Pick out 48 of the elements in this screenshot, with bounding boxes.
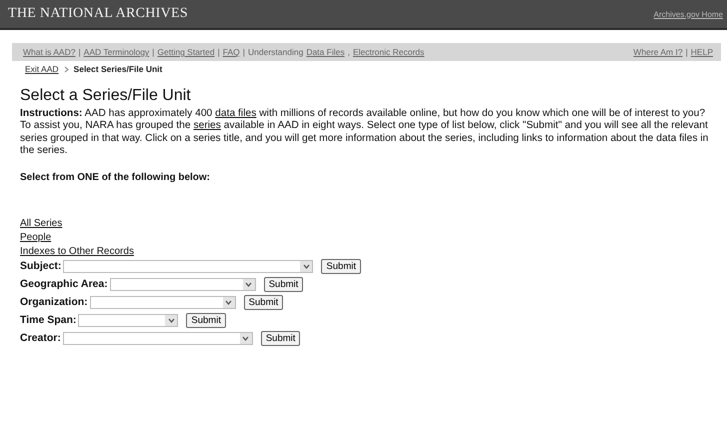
nav-text: | bbox=[152, 47, 154, 57]
field-label: Organization: bbox=[20, 296, 88, 308]
category-link[interactable]: People bbox=[20, 232, 52, 243]
dropdown-field[interactable] bbox=[78, 314, 178, 327]
submit-button[interactable]: Submit bbox=[260, 330, 300, 346]
submit-button[interactable]: Submit bbox=[186, 312, 226, 328]
nav-text: | bbox=[686, 47, 688, 57]
nav-link[interactable]: Data Files bbox=[306, 47, 345, 57]
caret-icon bbox=[168, 318, 175, 323]
nav-link[interactable]: HELP bbox=[690, 47, 713, 57]
submit-button[interactable]: Submit bbox=[244, 294, 284, 310]
dropdown-field[interactable] bbox=[62, 332, 253, 345]
home-link[interactable]: Archives.gov Home bbox=[654, 10, 723, 18]
caret-icon bbox=[302, 264, 310, 269]
dropdown-field[interactable] bbox=[110, 278, 256, 291]
field-label: Geographic Area: bbox=[20, 278, 108, 290]
nav-text: Understanding bbox=[248, 47, 304, 57]
category-link[interactable]: Indexes to Other Records bbox=[20, 246, 134, 257]
breadcrumb-link[interactable]: Exit AAD bbox=[25, 64, 59, 74]
nav-text: | bbox=[242, 47, 246, 57]
section-heading: Select from ONE of the following below: bbox=[20, 172, 212, 183]
nav-link[interactable]: Getting Started bbox=[157, 47, 215, 57]
dropdown-field[interactable] bbox=[63, 260, 314, 273]
field-label: Creator: bbox=[20, 332, 61, 344]
page-title: Select a Series/File Unit bbox=[20, 87, 192, 105]
submit-button[interactable]: Submit bbox=[321, 258, 361, 274]
submit-button[interactable]: Submit bbox=[264, 276, 304, 292]
nav-link[interactable]: FAQ bbox=[222, 47, 240, 57]
caret-icon bbox=[245, 282, 252, 287]
category-link[interactable]: All Series bbox=[20, 218, 62, 229]
nav-link[interactable]: AAD Terminology bbox=[84, 47, 150, 57]
nav-link[interactable]: Where Am I? bbox=[633, 47, 683, 57]
caret-icon bbox=[242, 336, 250, 341]
instructions-paragraph: Instructions: AAD has approximately 400 data files with millions of records available online, but how do you know which one will be of interest to you? To assist you, NARA has grouped the series available in AAD in eight ways. Select one type of list below, click "Submit" and you will see all the relevant series grouped in that way. Click on a series title, and you will get more information about the series, including links to information about the data files in the series. bbox=[20, 108, 710, 158]
nav-link[interactable]: Electronic Records bbox=[352, 47, 424, 57]
nav-text: | bbox=[78, 47, 81, 57]
field-label: Subject: bbox=[20, 260, 62, 272]
dropdown-field[interactable] bbox=[90, 296, 236, 309]
nav-link[interactable]: What is AAD? bbox=[23, 47, 76, 57]
caret-icon bbox=[225, 300, 232, 305]
field-label: Time Span: bbox=[20, 314, 76, 326]
breadcrumb-current: Select Series/File Unit bbox=[74, 64, 162, 74]
nav-text: | bbox=[218, 47, 220, 57]
inline-link[interactable]: data files bbox=[215, 108, 256, 119]
site-title: THE NATIONAL ARCHIVES bbox=[8, 6, 188, 22]
nav-text: , bbox=[348, 47, 350, 57]
inline-link[interactable]: series bbox=[193, 120, 221, 132]
chevron-icon bbox=[64, 66, 69, 72]
